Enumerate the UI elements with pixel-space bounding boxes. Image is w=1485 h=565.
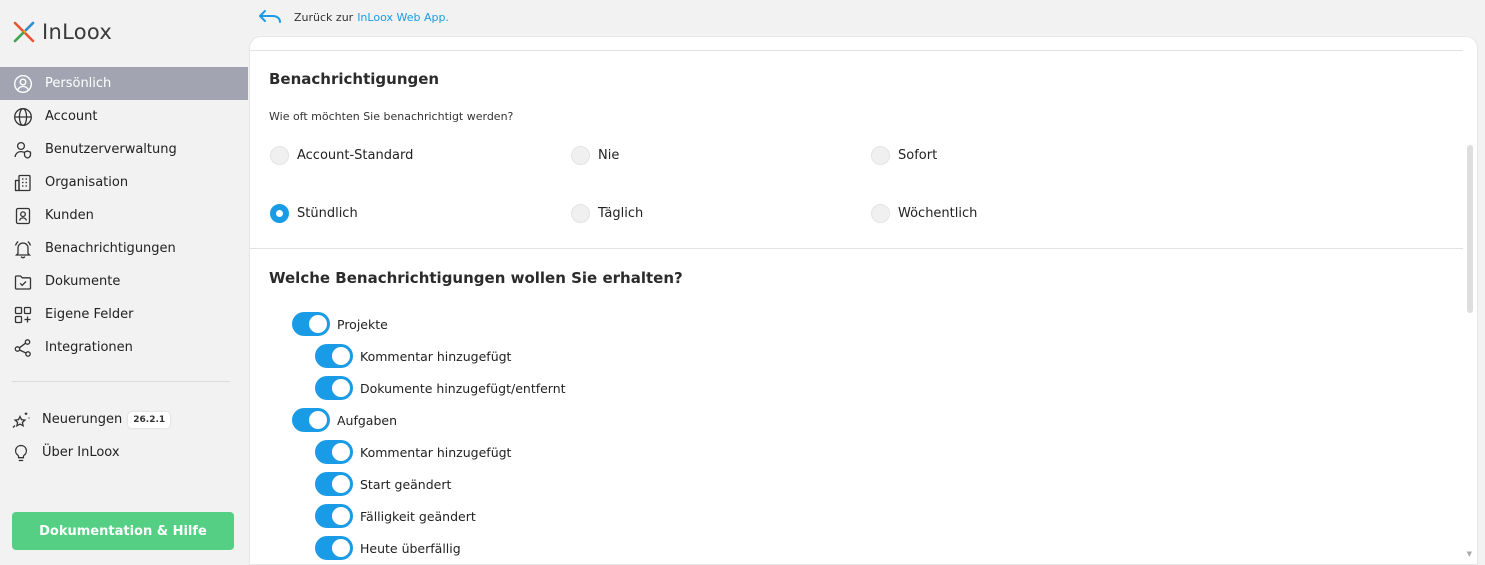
back-to-web-app-link[interactable]: InLoox Web App. — [357, 11, 449, 24]
back-link-bar: Zurück zur InLoox Web App. — [258, 7, 449, 27]
scroll-down-arrow-icon[interactable]: ▼ — [1467, 550, 1472, 558]
share-nodes-icon — [12, 337, 34, 359]
toggle-label: Heute überfällig — [360, 540, 461, 556]
toggle-switch[interactable] — [315, 376, 353, 400]
toggle-switch[interactable] — [315, 536, 353, 560]
sidebar-item-label: Persönlich — [45, 76, 112, 91]
sidebar-item-label: Benachrichtigungen — [45, 241, 176, 256]
radio-circle[interactable] — [871, 146, 890, 165]
radio-stuendlich[interactable]: Stündlich — [270, 204, 358, 223]
back-arrow-icon[interactable] — [258, 9, 284, 25]
radio-circle[interactable] — [571, 146, 590, 165]
sidebar-item-label: Account — [45, 109, 98, 124]
sidebar-item-kunden[interactable]: Kunden — [0, 199, 248, 232]
radio-circle[interactable] — [871, 204, 890, 223]
radio-label: Täglich — [598, 206, 644, 221]
sidebar-item-ueber-inloox[interactable]: Über InLoox — [0, 436, 248, 469]
sidebar-item-dokumente[interactable]: Dokumente — [0, 265, 248, 298]
radio-woechentlich[interactable]: Wöchentlich — [871, 204, 977, 223]
user-circle-icon — [12, 73, 34, 95]
lightbulb-icon — [10, 442, 32, 464]
back-prefix-text: Zurück zur — [294, 10, 354, 24]
sidebar-nav: Persönlich Account Benutzerverwaltung Or… — [0, 67, 248, 364]
radio-sofort[interactable]: Sofort — [871, 146, 937, 165]
notifications-title: Benachrichtigungen — [269, 70, 440, 88]
sidebar-item-integrationen[interactable]: Integrationen — [0, 331, 248, 364]
sidebar-item-benachrichtigungen[interactable]: Benachrichtigungen — [0, 232, 248, 265]
sidebar: InLoox Persönlich Account Benutzerverwal… — [0, 0, 248, 565]
brand-name: InLoox — [42, 20, 113, 44]
sidebar-item-account[interactable]: Account — [0, 100, 248, 133]
toggle-label: Projekte — [337, 316, 388, 332]
panel-top-divider — [250, 50, 1463, 51]
section-divider — [250, 248, 1463, 249]
folder-check-icon — [12, 271, 34, 293]
version-badge: 26.2.1 — [128, 411, 171, 428]
toggle-switch[interactable] — [292, 312, 330, 336]
toggle-row-aufgaben-ueberfaellig[interactable]: Heute überfällig — [315, 536, 461, 560]
toggle-row-projekte[interactable]: Projekte — [292, 312, 388, 336]
radio-circle[interactable] — [270, 146, 289, 165]
radio-circle[interactable] — [571, 204, 590, 223]
settings-panel: Benachrichtigungen Wie oft möchten Sie b… — [249, 36, 1478, 565]
building-icon — [12, 172, 34, 194]
radio-taeglich[interactable]: Täglich — [571, 204, 643, 223]
toggle-row-aufgaben-faelligkeit[interactable]: Fälligkeit geändert — [315, 504, 476, 528]
grid-plus-icon — [12, 304, 34, 326]
toggle-row-aufgaben-kommentar[interactable]: Kommentar hinzugefügt — [315, 440, 511, 464]
inloox-logo-icon — [13, 21, 35, 43]
sidebar-item-label: Organisation — [45, 175, 129, 190]
sidebar-item-label: Benutzerverwaltung — [45, 142, 177, 157]
toggle-label: Kommentar hinzugefügt — [360, 444, 512, 460]
sparkle-star-icon — [10, 409, 32, 431]
toggle-switch[interactable] — [315, 440, 353, 464]
sidebar-item-label: Integrationen — [45, 340, 133, 355]
globe-icon — [12, 106, 34, 128]
radio-circle[interactable] — [270, 204, 289, 223]
radio-label: Sofort — [898, 148, 938, 163]
bell-icon — [12, 238, 34, 260]
toggle-label: Dokumente hinzugefügt/entfernt — [360, 380, 566, 396]
sidebar-item-organisation[interactable]: Organisation — [0, 166, 248, 199]
toggle-switch[interactable] — [315, 344, 353, 368]
toggle-row-projekte-kommentar[interactable]: Kommentar hinzugefügt — [315, 344, 511, 368]
documentation-help-button[interactable]: Dokumentation & Hilfe — [12, 512, 234, 550]
sidebar-item-label: Neuerungen — [42, 412, 123, 427]
sidebar-item-label: Eigene Felder — [45, 307, 134, 322]
sidebar-item-benutzerverwaltung[interactable]: Benutzerverwaltung — [0, 133, 248, 166]
toggle-label: Kommentar hinzugefügt — [360, 348, 512, 364]
frequency-question: Wie oft möchten Sie benachrichtigt werde… — [269, 110, 514, 123]
toggle-label: Fälligkeit geändert — [360, 508, 476, 524]
radio-label: Account-Standard — [297, 148, 414, 163]
user-shield-icon — [12, 139, 34, 161]
toggle-label: Start geändert — [360, 476, 452, 492]
notification-types-title: Welche Benachrichtigungen wollen Sie erh… — [269, 269, 683, 287]
sidebar-item-label: Über InLoox — [42, 445, 120, 460]
inloox-logo[interactable]: InLoox — [12, 18, 112, 46]
sidebar-divider — [12, 381, 230, 382]
sidebar-item-label: Dokumente — [45, 274, 121, 289]
scrollbar-thumb[interactable] — [1467, 145, 1473, 313]
radio-account-standard[interactable]: Account-Standard — [270, 146, 413, 165]
sidebar-item-eigene-felder[interactable]: Eigene Felder — [0, 298, 248, 331]
sidebar-item-neuerungen[interactable]: Neuerungen 26.2.1 — [0, 403, 248, 436]
sidebar-extra: Neuerungen 26.2.1 Über InLoox — [0, 403, 248, 469]
sidebar-item-persoenlich[interactable]: Persönlich — [0, 67, 248, 100]
toggle-switch[interactable] — [315, 504, 353, 528]
toggle-switch[interactable] — [292, 408, 330, 432]
radio-label: Wöchentlich — [898, 206, 978, 221]
toggle-row-aufgaben-start[interactable]: Start geändert — [315, 472, 451, 496]
radio-label: Nie — [598, 148, 620, 163]
radio-nie[interactable]: Nie — [571, 146, 619, 165]
sidebar-item-label: Kunden — [45, 208, 94, 223]
toggle-row-aufgaben[interactable]: Aufgaben — [292, 408, 397, 432]
toggle-switch[interactable] — [315, 472, 353, 496]
toggle-label: Aufgaben — [337, 412, 398, 428]
toggle-row-projekte-dokumente[interactable]: Dokumente hinzugefügt/entfernt — [315, 376, 566, 400]
radio-label: Stündlich — [297, 206, 358, 221]
contact-book-icon — [12, 205, 34, 227]
